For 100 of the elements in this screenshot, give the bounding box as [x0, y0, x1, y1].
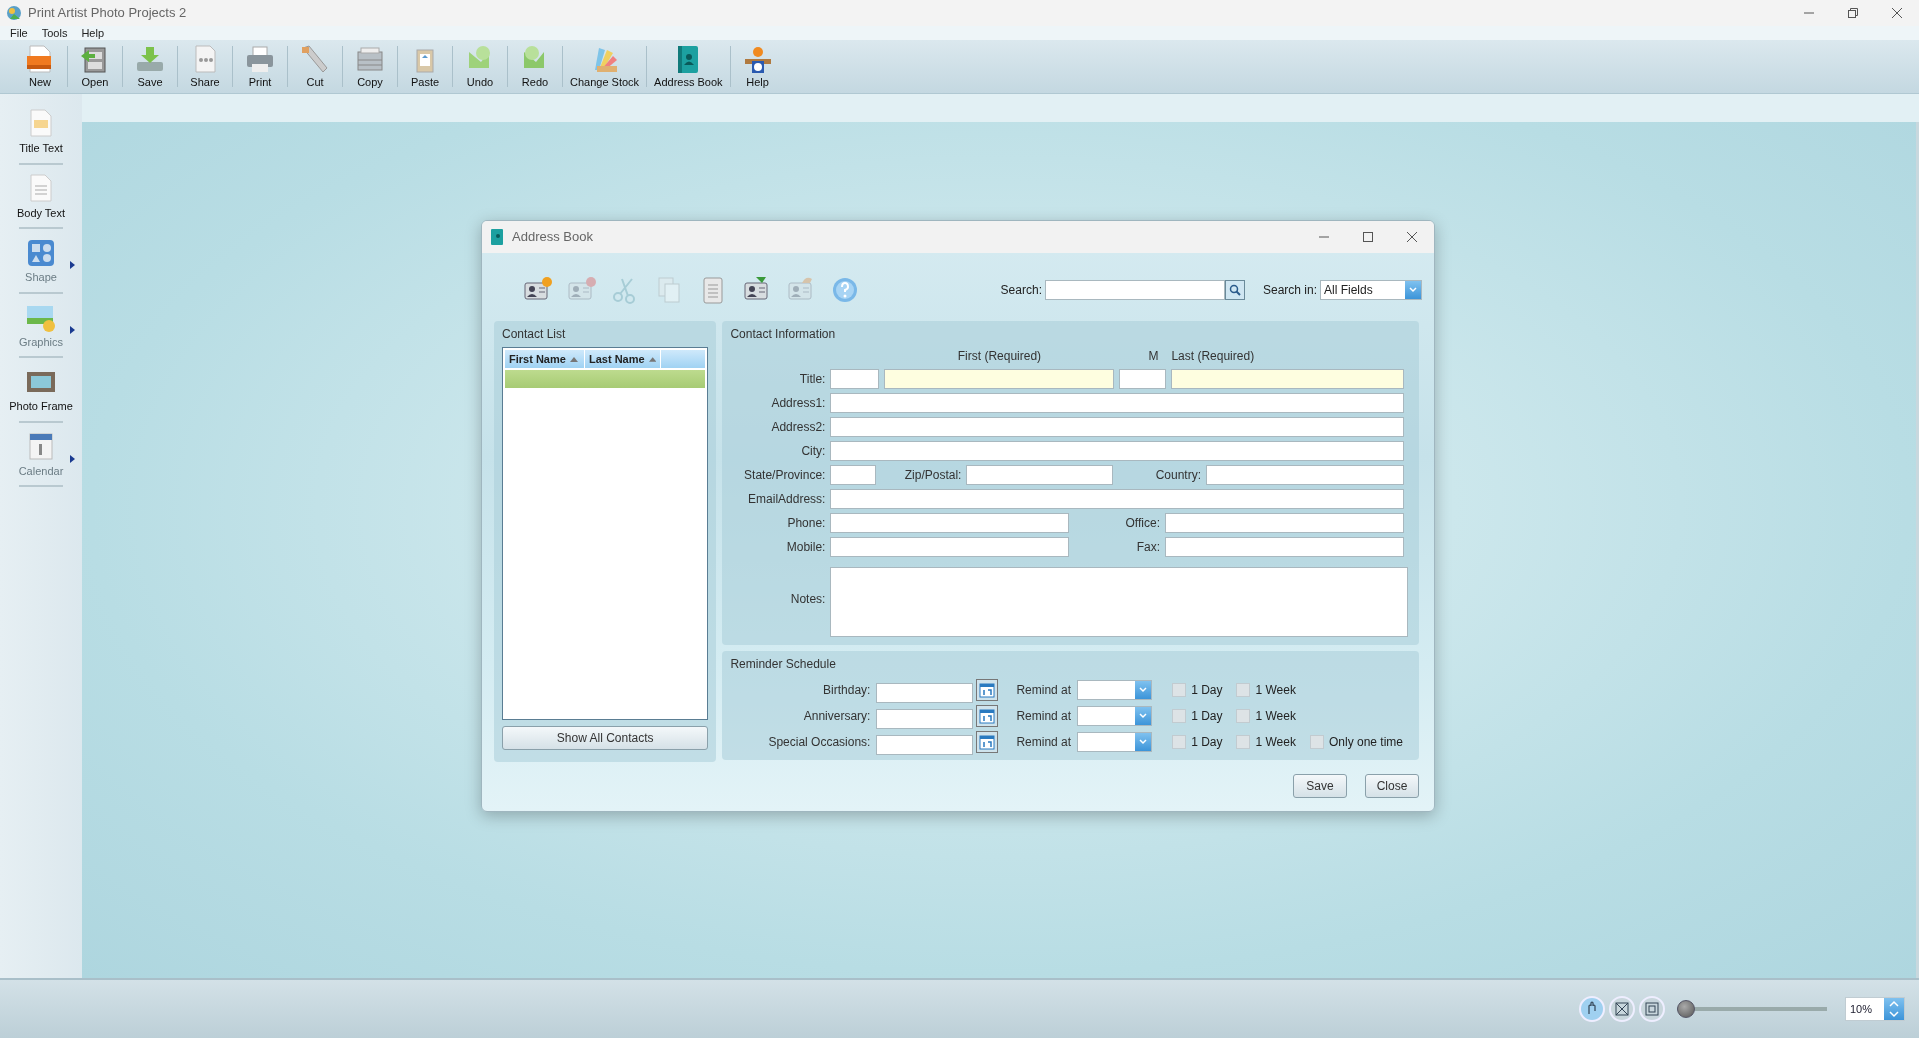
checkbox[interactable] — [1172, 683, 1187, 697]
date-field[interactable] — [876, 709, 974, 729]
text-field[interactable] — [830, 489, 1404, 509]
column-label: First (Required) — [956, 348, 1043, 365]
text-field[interactable] — [1171, 369, 1404, 389]
checkbox[interactable] — [1172, 735, 1187, 749]
text-field[interactable] — [884, 369, 1115, 389]
column-header[interactable]: First Name — [505, 350, 585, 368]
remind-label: Remind at — [1016, 734, 1072, 751]
toolbar-button[interactable]: Open — [69, 40, 121, 93]
calendar-button[interactable] — [976, 731, 999, 753]
submenu-arrow-icon — [70, 325, 75, 334]
checkbox-label: 1 Day — [1191, 708, 1223, 725]
checkbox-label: 1 Day — [1191, 682, 1223, 699]
calendar-button[interactable] — [976, 679, 999, 701]
search-field[interactable] — [1044, 280, 1225, 300]
checkbox-label: 1 Week — [1255, 734, 1296, 751]
checkbox[interactable] — [1236, 709, 1251, 723]
toolbar-button[interactable]: Copy — [344, 40, 396, 93]
toolbar-button[interactable]: Paste — [399, 40, 451, 93]
chevron-down-icon — [1409, 287, 1417, 293]
column-header[interactable]: Last Name — [585, 350, 661, 368]
toolbar-button[interactable]: Change Stock — [564, 40, 646, 93]
text-field[interactable] — [830, 393, 1404, 413]
close-icon[interactable] — [1407, 232, 1417, 242]
field-label: EmailAddress: — [747, 491, 826, 508]
search-in-label: Search in: — [1262, 282, 1317, 299]
notes-field[interactable] — [830, 567, 1408, 637]
text-field[interactable] — [830, 417, 1404, 437]
sidebar-item[interactable]: Photo Frame — [9, 366, 73, 415]
toolbar-button[interactable]: Redo — [509, 40, 561, 93]
text-field[interactable] — [830, 513, 1070, 533]
field-label: Office: — [1124, 515, 1160, 532]
show-all-contacts-button[interactable]: Show All Contacts — [502, 726, 709, 750]
help-button[interactable] — [830, 275, 860, 305]
zoom-field[interactable]: 10% — [1845, 997, 1905, 1021]
text-field[interactable] — [1165, 513, 1404, 533]
date-field[interactable] — [876, 735, 974, 755]
column-label: Last (Required) — [1171, 348, 1256, 365]
text-field[interactable] — [1206, 465, 1404, 485]
field-label: City: — [800, 443, 826, 460]
dialog-title: Address Book — [512, 228, 593, 247]
toolbar-button[interactable]: Share — [179, 40, 231, 93]
toolbar-button[interactable]: Cut — [289, 40, 341, 93]
checkbox[interactable] — [1236, 735, 1251, 749]
maximize-icon[interactable] — [1363, 232, 1373, 242]
field-label: Address2: — [770, 419, 826, 436]
text-field[interactable] — [830, 537, 1070, 557]
checkbox[interactable] — [1172, 709, 1187, 723]
menu-item[interactable]: File — [10, 26, 28, 40]
checkbox-label: 1 Week — [1255, 708, 1296, 725]
time-dropdown[interactable] — [1077, 732, 1153, 752]
dialog-button[interactable]: Close — [1365, 774, 1419, 798]
checkbox-label: 1 Week — [1255, 682, 1296, 699]
checkbox[interactable] — [1309, 735, 1324, 749]
field-label: Title: — [798, 371, 826, 388]
toolbar-button[interactable]: Help — [731, 40, 784, 93]
time-dropdown[interactable] — [1077, 706, 1153, 726]
search-button[interactable] — [1224, 280, 1245, 300]
menu-item[interactable]: Help — [81, 26, 105, 40]
toolbar-button[interactable]: New — [14, 40, 66, 93]
calendar-icon — [979, 734, 996, 750]
app-logo-icon — [6, 5, 22, 21]
text-field[interactable] — [830, 369, 880, 389]
close-icon[interactable] — [1892, 8, 1902, 18]
chevron-down-icon — [1139, 713, 1148, 719]
sidebar-item[interactable]: Body Text — [9, 172, 73, 221]
menu-item[interactable]: Tools — [41, 26, 68, 40]
sidebar-item[interactable]: Title Text — [9, 108, 73, 157]
contact-row[interactable] — [505, 370, 706, 388]
sort-ascending-icon — [569, 356, 578, 362]
chevron-down-icon — [1139, 687, 1148, 693]
toolbar-button[interactable]: Print — [234, 40, 286, 93]
text-field[interactable] — [1165, 537, 1404, 557]
toolbar-button[interactable]: Address Book — [648, 40, 729, 93]
calendar-button[interactable] — [976, 705, 999, 727]
text-field[interactable] — [830, 441, 1404, 461]
help-icon — [830, 275, 860, 305]
zoom-tool-button[interactable] — [1609, 996, 1635, 1022]
field-label: Fax: — [1135, 539, 1160, 556]
text-field[interactable] — [966, 465, 1114, 485]
text-field[interactable] — [830, 465, 877, 485]
search-in-dropdown[interactable]: All Fields — [1320, 280, 1422, 300]
toolbar-button[interactable]: Save — [124, 40, 176, 93]
sort-ascending-icon — [648, 356, 656, 362]
toolbar-button[interactable]: Undo — [454, 40, 506, 93]
time-dropdown[interactable] — [1077, 680, 1153, 700]
field-label: Address1: — [770, 395, 826, 412]
zoom-tool-button[interactable] — [1579, 996, 1605, 1022]
calendar-icon — [979, 682, 996, 698]
shapes-icon — [25, 237, 57, 269]
spinner-arrows-icon — [1888, 1000, 1900, 1018]
restore-icon[interactable] — [1848, 8, 1858, 18]
date-field[interactable] — [876, 683, 974, 703]
checkbox[interactable] — [1236, 683, 1251, 697]
field-label: Mobile: — [785, 539, 826, 556]
slider-thumb[interactable] — [1677, 1000, 1695, 1018]
submenu-arrow-icon — [70, 261, 75, 269]
dialog-button[interactable]: Save — [1293, 774, 1347, 798]
text-field[interactable] — [1119, 369, 1167, 389]
